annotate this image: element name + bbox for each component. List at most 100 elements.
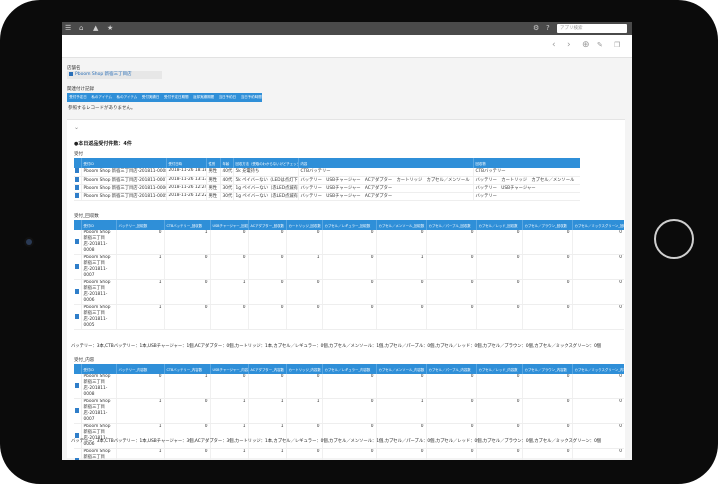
table-cell: 0 bbox=[321, 374, 376, 399]
table-row[interactable]: Pboom Shop 新宿三丁目店-201811-0008 0 1 0 0 0 0 0 0 0 0 0 bbox=[74, 230, 624, 255]
record-detail-icon[interactable] bbox=[75, 184, 80, 190]
table-cell: 0 bbox=[247, 230, 286, 255]
table-cell: Pboom Shop 新宿三丁目店-201811-0008 bbox=[80, 230, 116, 255]
table-cell: 0 bbox=[321, 254, 376, 280]
table-cell: 0 bbox=[475, 230, 522, 255]
table-cell: 40代 bbox=[219, 176, 233, 185]
help-icon[interactable]: ? bbox=[546, 22, 550, 35]
column-header: カートリッジ_内容数 bbox=[285, 364, 322, 374]
column-header: 回収方法（受取のわからないけどチェックする） bbox=[232, 158, 298, 168]
column-header: 受付ID bbox=[80, 220, 116, 230]
record-detail-icon[interactable] bbox=[75, 168, 80, 174]
record-detail-icon[interactable] bbox=[75, 288, 80, 294]
copy-icon[interactable]: ❐ bbox=[614, 40, 620, 50]
table-row[interactable]: Pboom Shop 新宿三丁目店-201811-0008 0 1 0 0 0 0 0 0 0 0 0 bbox=[74, 374, 624, 399]
table-cell: 0 bbox=[425, 423, 476, 449]
related-tab[interactable]: 受付予定日 bbox=[67, 93, 89, 102]
record-detail-icon[interactable] bbox=[75, 176, 80, 182]
table-row[interactable]: Pboom Shop 新宿三丁目店-201811-0005 1 0 0 0 0 0 0 0 0 0 0 bbox=[74, 304, 624, 330]
table-cell: 0 bbox=[285, 423, 322, 449]
table-cell: 0 bbox=[425, 398, 476, 424]
record-detail-icon[interactable] bbox=[75, 263, 80, 269]
home-button[interactable] bbox=[654, 219, 694, 259]
gear-icon[interactable]: ⚙ bbox=[533, 22, 539, 35]
section-heading: ●本日返品受付件数：4件 bbox=[74, 141, 132, 147]
table-cell: 0 bbox=[247, 254, 286, 280]
chevron-right-icon[interactable]: › bbox=[567, 40, 571, 50]
table-cell: 0 bbox=[475, 423, 522, 449]
table-cell: 0 bbox=[571, 304, 624, 330]
bell-icon[interactable]: ▲ bbox=[93, 22, 98, 35]
column-header: バッテリー_回収数 bbox=[115, 220, 164, 230]
table-row[interactable]: Pboom Shop 新宿三丁目店-201811-0007 1 0 1 1 1 0 1 0 0 0 0 bbox=[74, 398, 624, 424]
content-summary: バッテリー：3本,CTBバッテリー：1本,USBチャージャー：3個,ACアダプタ… bbox=[71, 439, 602, 444]
menu-icon[interactable]: ☰ bbox=[65, 22, 71, 35]
table-cell: 0 bbox=[521, 254, 572, 280]
table-cell: 2018-11-26 12:22 bbox=[165, 192, 206, 201]
collected-summary: バッテリー：3本,CTBバッテリー：1本,USBチャージャー：1個,ACアダプタ… bbox=[71, 344, 602, 349]
table-cell: 0 bbox=[521, 279, 572, 305]
table-cell: 1g ペイバーない（赤LED点滅有） bbox=[232, 192, 298, 201]
table-cell: 0 bbox=[571, 448, 624, 460]
star-icon[interactable]: ★ bbox=[107, 22, 113, 35]
record-detail-icon[interactable] bbox=[75, 382, 80, 388]
column-header: カプセル／レギュラー_内容数 bbox=[321, 364, 376, 374]
table-cell: 0 bbox=[285, 374, 322, 399]
related-tab[interactable]: 受付予定日期間 bbox=[162, 93, 191, 102]
table-cell: 男性 bbox=[205, 176, 220, 185]
record-detail-icon[interactable] bbox=[75, 457, 80, 460]
record-detail-icon[interactable] bbox=[75, 407, 80, 413]
table-cell: 0 bbox=[163, 423, 210, 449]
related-tab[interactable]: 受付実績日 bbox=[140, 93, 162, 102]
record-detail-icon[interactable] bbox=[75, 313, 80, 319]
table-cell: 1 bbox=[115, 448, 164, 460]
table-row[interactable]: Pboom Shop 新宿三丁目店-201811-0008 2018-11-26 … bbox=[74, 168, 580, 177]
table-cell: 0 bbox=[209, 230, 248, 255]
related-tab[interactable]: 私のアイテム bbox=[89, 93, 114, 102]
store-name[interactable]: Pboom Shop 新宿三丁目店 bbox=[75, 72, 132, 77]
table-cell: 30代 bbox=[219, 184, 233, 193]
content-count-table: 受付ID バッテリー_内容数 CTBバッテリー_内容数 USBチャージャー_内容… bbox=[74, 364, 624, 460]
table-cell: 1g ペイバーない（赤LED点滅有） bbox=[232, 184, 298, 193]
column-header: カプセル／メンソール_内容数 bbox=[375, 364, 426, 374]
table-cell: バッテリー USBチャージャー bbox=[472, 184, 580, 193]
table-cell: 1 bbox=[209, 398, 248, 424]
table-row[interactable]: Pboom Shop 新宿三丁目店-201811-0007 2018-11-26 … bbox=[74, 176, 580, 185]
table-row[interactable]: Pboom Shop 新宿三丁目店-201811-0006 2018-11-26 … bbox=[74, 184, 580, 193]
column-header: 性別 bbox=[205, 158, 220, 168]
table-cell: 0 bbox=[571, 374, 624, 399]
table-cell: 0 bbox=[425, 448, 476, 460]
table-row[interactable]: Pboom Shop 新宿三丁目店-201811-0006 1 0 1 0 0 0 0 0 0 0 0 bbox=[74, 279, 624, 305]
table-cell: 0 bbox=[375, 423, 426, 449]
table-cell: 0 bbox=[375, 374, 426, 399]
table-row[interactable]: Pboom Shop 新宿三丁目店-201811-0005 2018-11-26 … bbox=[74, 192, 580, 201]
app-screen: ☰ ⌂ ▲ ★ ⚙ ? アプリ検索 ‹ › ⊕ ✎ ❐ 店舗名 Pboom Sh… bbox=[62, 22, 632, 460]
table-cell: バッテリー USBチャージャー ACアダプター カートリッジ カプセル／メンソー… bbox=[297, 176, 473, 185]
edit-icon[interactable]: ✎ bbox=[597, 40, 603, 50]
chevron-down-icon[interactable]: ⌄ bbox=[74, 124, 79, 131]
table-cell: 0 bbox=[163, 304, 210, 330]
table-row[interactable]: Pboom Shop 新宿三丁目店-201811-0006 1 0 1 1 0 0 0 0 0 0 0 bbox=[74, 423, 624, 449]
home-icon[interactable]: ⌂ bbox=[79, 22, 83, 35]
app-search-input[interactable]: アプリ検索 bbox=[557, 24, 627, 33]
chevron-left-icon[interactable]: ‹ bbox=[552, 40, 556, 50]
table-row[interactable]: Pboom Shop 新宿三丁目店-201811-000510110000000 bbox=[74, 448, 624, 460]
table-cell: 0 bbox=[163, 398, 210, 424]
related-tabs: 受付予定日 私のアイテム 私のアイテム 受付実績日 受付予定日期間 返却実績期間… bbox=[67, 93, 262, 102]
store-link[interactable]: Pboom Shop 新宿三丁目店 bbox=[67, 71, 162, 79]
column-header: 受付ID bbox=[80, 364, 116, 374]
record-detail-icon[interactable] bbox=[75, 432, 80, 438]
plus-icon[interactable]: ⊕ bbox=[582, 40, 590, 50]
record-detail-icon[interactable] bbox=[75, 192, 80, 198]
record-detail-icon[interactable] bbox=[75, 238, 80, 244]
column-header: カプセル／ブラウン_内容数 bbox=[521, 364, 572, 374]
related-tab[interactable]: 返却実績期間 bbox=[191, 93, 217, 102]
related-tab[interactable]: 当日予約日 bbox=[216, 93, 238, 102]
related-tab[interactable]: 当日予約時間 bbox=[238, 93, 264, 102]
table-cell: 0 bbox=[571, 254, 624, 280]
column-header: カートリッジ_回収数 bbox=[285, 220, 322, 230]
table-row[interactable]: Pboom Shop 新宿三丁目店-201811-0007 1 0 0 0 1 0 1 0 0 0 0 bbox=[74, 254, 624, 280]
related-tab[interactable]: 私のアイテム bbox=[114, 93, 139, 102]
table-cell: 0 bbox=[247, 374, 286, 399]
table-cell: 5k 充電持ち bbox=[232, 168, 298, 177]
